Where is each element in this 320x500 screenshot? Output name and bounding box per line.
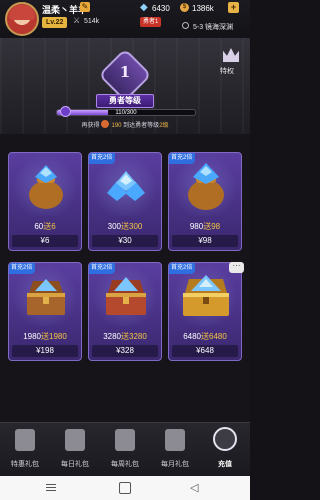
pack-diamonds: 3280 [103,332,121,341]
pack-price: ¥198 [12,345,78,357]
pack-bonus-label: 送 [41,332,49,341]
pack-diamonds: 980 [189,222,204,231]
tab-daily-pack[interactable]: 每日礼包 [50,423,100,477]
gift-box-icon [165,429,185,451]
top-status-bar: 温柔丶羊羊 ✎ Lv.22 ⚔ 514k 勇者1 ◆ 6430 $ 1386k … [0,0,250,38]
avatar[interactable] [5,2,39,36]
hero-exp-text: 110/300 [115,110,137,116]
first-double-badge: 首充2倍 [169,263,196,274]
first-double-badge: 首充2倍 [89,263,116,274]
pack-amount: 60送6 [9,221,81,232]
recharge-pack-card[interactable]: 首充2倍 1980送1980 ¥198 [8,262,82,361]
gift-box-icon [65,429,85,451]
diamond-count: 6430 [152,4,170,13]
hint-suffix: 到达勇者等级 [123,123,160,129]
pack-amount: 980送98 [169,221,241,232]
sword-icon: ⚔ [73,16,81,25]
hero-rank-badge: 勇者1 [140,17,162,27]
first-double-badge: 首充2倍 [9,263,36,274]
hero-level-title: 勇者等级 [109,96,141,105]
first-double-badge: 首充2倍 [89,153,116,164]
tab-recharge[interactable]: 充值 [200,423,250,477]
recharge-pack-card[interactable]: 首充2倍 6480送6480 ¥648 [168,262,242,361]
pack-amount: 1980送1980 [9,331,81,342]
coin-count: 1386k [192,4,214,13]
back-icon[interactable]: ◁ [190,482,202,494]
pack-bonus: 98 [211,222,221,231]
tab-label: 每月礼包 [161,461,189,468]
first-double-badge: 首充2倍 [169,153,196,164]
pack-diamonds: 1980 [23,332,41,341]
system-nav-bar: ◁ [0,476,250,500]
pack-diamonds: 60 [34,222,44,231]
menu-icon[interactable] [46,482,58,494]
hint-prefix: 再获得 [81,123,100,129]
stage-location: 5-3 镜海深渊 [193,24,234,31]
pack-diamonds: 6480 [183,332,201,341]
tab-label: 每周礼包 [111,461,139,468]
tab-special-pack[interactable]: 特惠礼包 [0,423,50,477]
bag-icon [15,429,35,451]
pack-amount: 300送300 [89,221,161,232]
bottom-tab-bar: 特惠礼包 每日礼包 每周礼包 每月礼包 充值 [0,422,250,476]
diamond-bag-icon [9,153,81,216]
privilege-label: 特权 [220,68,234,75]
pack-bonus-label: 送 [121,222,129,231]
tab-monthly-pack[interactable]: 每月礼包 [150,423,200,477]
edit-icon[interactable]: ✎ [80,2,90,12]
power-value: 514k [84,18,100,25]
hint-target: 2级 [159,123,169,129]
tab-label: 充值 [218,461,232,468]
home-icon[interactable] [119,482,131,494]
level-badge: Lv.22 [42,17,68,28]
pack-bonus: 1980 [49,332,67,341]
recharge-pack-grid: 60送6 ¥6 首充2倍 300送300 ¥30 首充2倍 980送98 ¥98… [0,134,250,422]
hero-exp-icon [101,120,110,128]
tab-label: 特惠礼包 [11,461,39,468]
avatar-hair [9,5,35,20]
crown-icon [223,48,239,62]
tab-weekly-pack[interactable]: 每周礼包 [100,423,150,477]
gift-box-icon [115,429,135,451]
pack-price: ¥98 [172,235,238,247]
pack-bonus: 300 [129,222,143,231]
upgrade-hint: 再获得 190 到达勇者等级2级 [0,120,250,129]
pack-bonus: 6480 [209,332,227,341]
pack-bonus-label: 送 [121,332,129,341]
coin-icon: $ [180,3,189,12]
pack-diamonds: 300 [107,222,121,231]
pack-price: ¥30 [92,235,158,247]
pack-bonus-label: 送 [201,332,209,341]
location-icon [182,22,189,29]
recharge-pack-card[interactable]: 首充2倍 300送300 ¥30 [88,152,162,251]
pack-price: ¥648 [172,345,238,357]
add-currency-button[interactable]: + [228,2,239,13]
diamond-icon: ◆ [140,2,148,13]
chat-bubble-button[interactable]: ··· [229,262,244,273]
hint-amount: 190 [111,123,122,129]
pack-price: ¥6 [12,235,78,247]
pack-amount: 6480送6480 [169,331,241,342]
crown-icon [213,427,237,451]
pack-amount: 3280送3280 [89,331,161,342]
hero-level-number: 1 [119,63,131,81]
pack-bonus: 6 [51,222,56,231]
recharge-pack-card[interactable]: 首充2倍 3280送3280 ¥328 [88,262,162,361]
pack-bonus: 3280 [129,332,147,341]
recharge-pack-card[interactable]: 60送6 ¥6 [8,152,82,251]
tab-label: 每日礼包 [61,461,89,468]
recharge-pack-card[interactable]: 首充2倍 980送98 ¥98 [168,152,242,251]
pack-price: ¥328 [92,345,158,357]
privilege-button[interactable]: 特权 [219,48,243,78]
